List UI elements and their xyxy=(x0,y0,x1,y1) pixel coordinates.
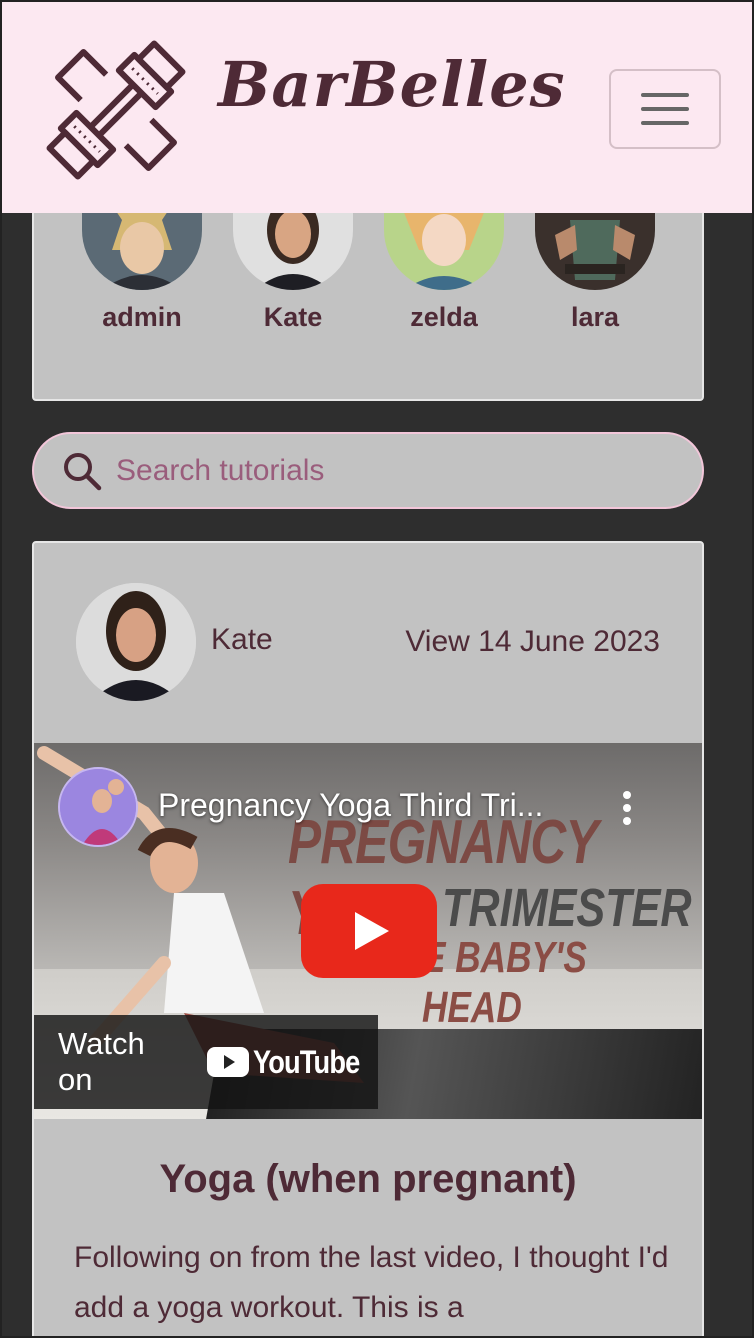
watch-on-label: Watch on xyxy=(58,1026,145,1097)
post-title: Yoga (when pregnant) xyxy=(159,1157,577,1201)
youtube-wordmark: YouTube xyxy=(252,1043,360,1080)
dumbbell-icon[interactable] xyxy=(32,26,200,194)
user-name: lara xyxy=(570,302,620,332)
avatar[interactable] xyxy=(76,583,196,701)
brand-name[interactable]: BarBelles xyxy=(218,48,566,121)
hamburger-line xyxy=(641,107,689,111)
menu-toggle-button[interactable] xyxy=(609,69,721,149)
post-card: Kate View 14 June 2023 PREGNANCY YOGA TR… xyxy=(32,541,704,1338)
video-overlay-text: TRIMESTER xyxy=(442,878,692,938)
user-name: admin xyxy=(102,302,182,332)
youtube-embed[interactable]: PREGNANCY YOGA TRIMESTER E BABY'S HEAD P… xyxy=(34,743,702,1119)
video-overlay-text: E BABY'S HEAD xyxy=(422,933,587,1032)
user-name: Kate xyxy=(263,302,323,332)
post-body: Following on from the last video, I thou… xyxy=(74,1241,669,1324)
play-icon[interactable] xyxy=(301,884,437,978)
hamburger-line xyxy=(641,121,689,125)
watch-on-youtube-button[interactable]: Watch on YouTube xyxy=(34,1015,378,1109)
search-input[interactable] xyxy=(116,453,636,488)
youtube-logo: YouTube xyxy=(206,1043,378,1081)
user-name: zelda xyxy=(410,302,478,332)
hamburger-icon xyxy=(641,93,689,97)
users-card: admin Kate zelda lara xyxy=(32,180,704,401)
post-author[interactable]: Kate xyxy=(211,623,273,657)
more-options-icon[interactable] xyxy=(622,791,632,825)
post-view-date[interactable]: View 14 June 2023 xyxy=(405,625,660,659)
search-icon[interactable] xyxy=(62,451,102,491)
video-title[interactable]: Pregnancy Yoga Third Tri... xyxy=(158,787,543,824)
navbar: BarBelles xyxy=(2,2,752,213)
channel-avatar[interactable] xyxy=(58,767,138,847)
search-bar[interactable] xyxy=(32,432,704,509)
youtube-play-icon xyxy=(206,1047,249,1077)
